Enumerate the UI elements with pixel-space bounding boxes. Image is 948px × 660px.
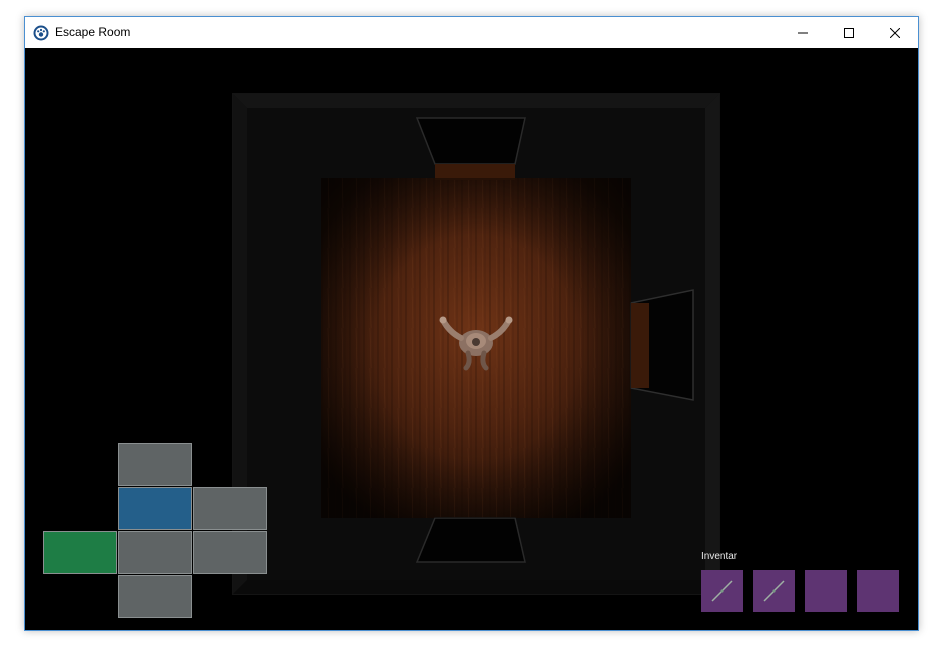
minimize-icon <box>798 32 808 33</box>
inventory-slot-2[interactable] <box>753 570 795 612</box>
minimap-cell-unvisited <box>193 487 267 530</box>
wand-icon <box>711 580 733 602</box>
inventory-slot-3[interactable] <box>805 570 847 612</box>
maximize-button[interactable] <box>826 17 872 48</box>
minimap-cell-unvisited <box>193 531 267 574</box>
inventory-slot-4[interactable] <box>857 570 899 612</box>
minimap-cell-current <box>118 487 192 530</box>
minimap-cell-unvisited <box>118 443 192 486</box>
game-window: Escape Room Inventar <box>24 16 919 631</box>
window-title: Escape Room <box>55 25 131 39</box>
minimize-button[interactable] <box>780 17 826 48</box>
inventory-slot-1[interactable] <box>701 570 743 612</box>
minimap-cell-exit <box>43 531 117 574</box>
app-icon <box>33 25 49 41</box>
inventory-label: Inventar <box>701 551 738 562</box>
minimap-cell-unvisited <box>118 575 192 618</box>
game-viewport[interactable]: Inventar <box>25 48 918 630</box>
close-button[interactable] <box>872 17 918 48</box>
north-door <box>415 117 526 165</box>
minimap-cell-unvisited <box>118 531 192 574</box>
maximize-icon <box>844 27 854 38</box>
wand-icon <box>763 580 785 602</box>
south-door <box>415 517 526 563</box>
close-icon <box>890 27 900 38</box>
title-bar[interactable]: Escape Room <box>25 17 918 48</box>
